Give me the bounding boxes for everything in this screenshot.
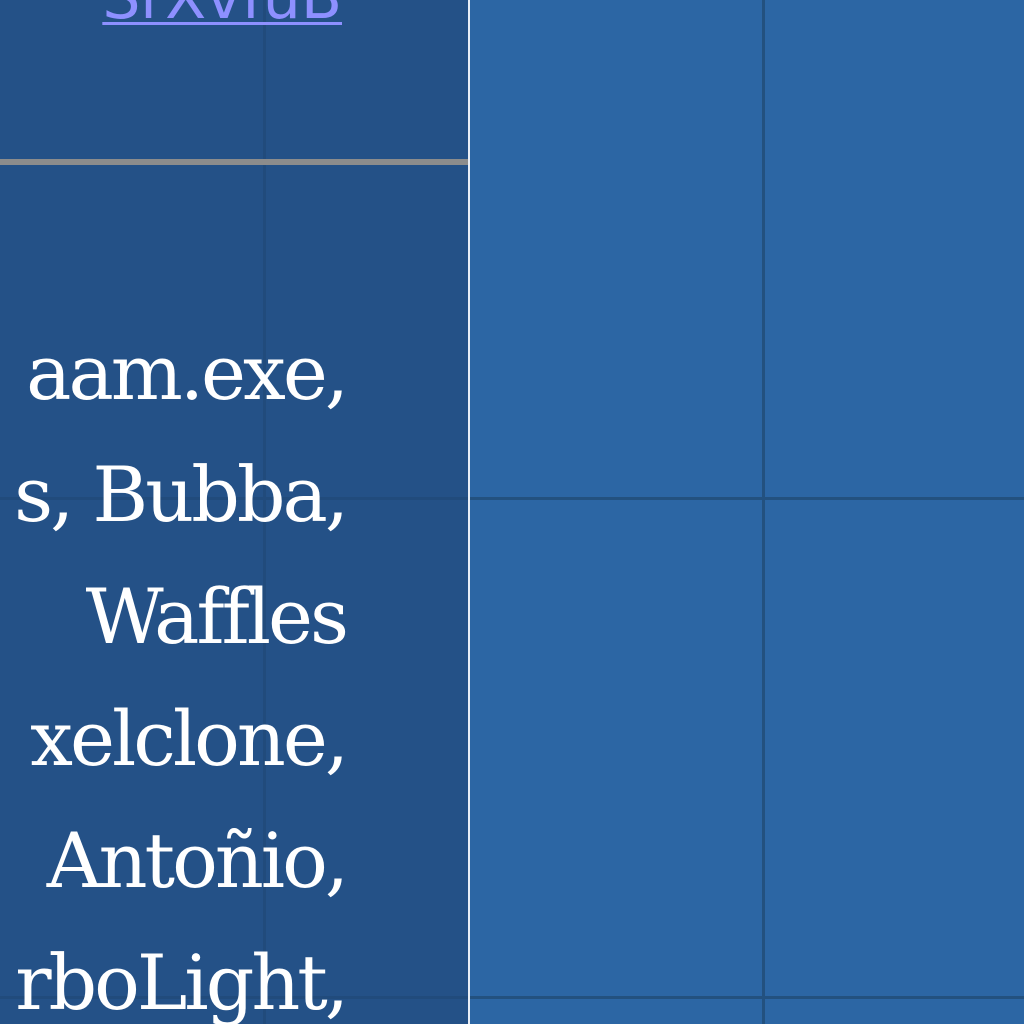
credits-line: s, Bubba,	[14, 450, 349, 539]
credits-list: aam.exe, s, Bubba, Waffles xelclone, Ant…	[14, 312, 349, 1024]
credits-line: Waffles	[85, 572, 349, 661]
credits-line: aam.exe,	[26, 328, 349, 417]
credits-line: xelclone,	[30, 694, 349, 783]
divider	[0, 159, 468, 165]
credits-panel: SrXvfuB aam.exe, s, Bubba, Waffles xelcl…	[0, 0, 470, 1024]
credits-line: rboLight,	[15, 938, 349, 1024]
header-link[interactable]: SrXvfuB	[102, 0, 342, 34]
credits-line: Antoñio,	[46, 816, 349, 905]
app-canvas: SrXvfuB aam.exe, s, Bubba, Waffles xelcl…	[0, 0, 1024, 1024]
grid-line-vertical	[762, 0, 765, 1024]
